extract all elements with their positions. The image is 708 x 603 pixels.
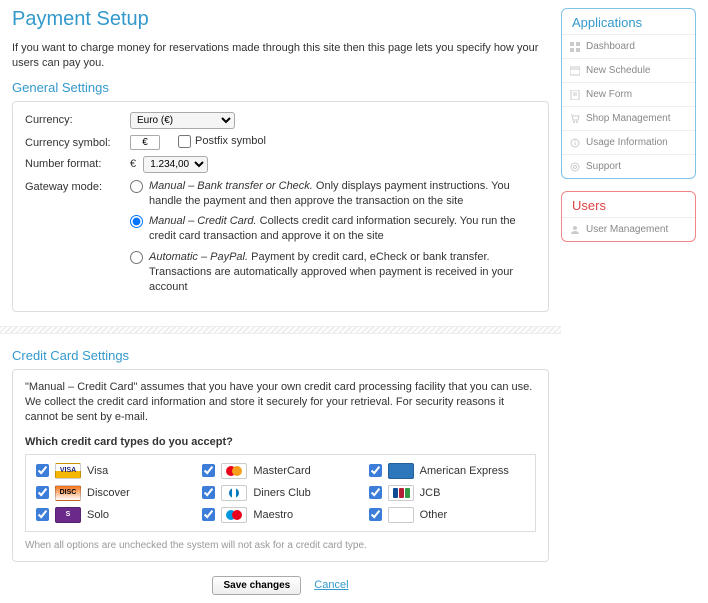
sidebar-item-label: User Management [586,224,668,235]
sidebar-item-new-schedule[interactable]: New Schedule [562,58,695,82]
currency-select[interactable]: Euro (€) [130,112,235,129]
sidebar-item-support[interactable]: Support [562,154,695,178]
cc-type-checkbox[interactable] [369,486,382,499]
gateway-mode-option[interactable]: Manual – Credit Card. Collects credit ca… [130,214,536,244]
cc-settings-panel: "Manual – Credit Card" assumes that you … [12,369,549,562]
sidebar-item-label: Usage Information [586,137,668,148]
number-format-label: Number format: [25,156,120,170]
cart-icon [570,114,580,124]
cc-type-label: JCB [420,487,441,499]
cc-note: When all options are unchecked the syste… [25,540,536,551]
sidebar-item-user-management[interactable]: User Management [562,217,695,241]
applications-box: Applications Dashboard New Schedule New Fo… [561,8,696,179]
applications-title: Applications [562,9,695,34]
cc-settings-heading: Credit Card Settings [12,348,549,363]
cc-type-label: Other [420,509,448,521]
support-icon [570,162,580,172]
cc-type-label: American Express [420,465,509,477]
solo-card-icon: S [55,507,81,523]
cc-type-label: Discover [87,487,130,499]
cc-type-maestro: Maestro [202,507,358,523]
discover-card-icon: DISC [55,485,81,501]
dashboard-icon [570,42,580,52]
cc-type-jcb: JCB [369,485,525,501]
sidebar-item-new-form[interactable]: New Form [562,82,695,106]
sidebar-item-shop-management[interactable]: Shop Management [562,106,695,130]
cc-type-checkbox[interactable] [369,464,382,477]
users-box: Users User Management [561,191,696,242]
gateway-mode-radio[interactable] [130,180,143,193]
visa-card-icon: VISA [55,463,81,479]
cc-type-label: Solo [87,509,109,521]
sidebar-item-label: Shop Management [586,113,671,124]
save-button[interactable]: Save changes [212,576,301,595]
cc-type-checkbox[interactable] [202,486,215,499]
currency-symbol-label: Currency symbol: [25,135,120,149]
jcb-card-icon [388,485,414,501]
cc-question: Which credit card types do you accept? [25,436,536,448]
cc-type-checkbox[interactable] [36,486,49,499]
postfix-symbol-checkbox[interactable] [178,135,191,148]
intro-text: If you want to charge money for reservat… [12,41,549,72]
gateway-mode-option[interactable]: Automatic – PayPal. Payment by credit ca… [130,250,536,295]
section-divider [0,326,561,334]
cc-type-discover: DISC Discover [36,485,192,501]
cc-type-label: MasterCard [253,465,310,477]
cc-type-label: Visa [87,465,108,477]
users-title: Users [562,192,695,217]
info-icon [570,138,580,148]
format-prefix: € [130,158,136,170]
cc-type-other: Other [369,507,525,523]
cc-type-visa: VISA Visa [36,463,192,479]
cc-type-checkbox[interactable] [202,464,215,477]
cc-type-checkbox[interactable] [202,508,215,521]
cancel-link[interactable]: Cancel [314,579,348,591]
sidebar-item-dashboard[interactable]: Dashboard [562,34,695,58]
cc-type-solo: S Solo [36,507,192,523]
cc-type-label: Maestro [253,509,293,521]
maestro-card-icon [221,507,247,523]
currency-label: Currency: [25,112,120,126]
mastercard-card-icon [221,463,247,479]
gateway-mode-label: Gateway mode: [25,179,120,193]
cc-type-diners: Diners Club [202,485,358,501]
cc-description: "Manual – Credit Card" assumes that you … [25,380,536,426]
sidebar-item-usage-information[interactable]: Usage Information [562,130,695,154]
number-format-select[interactable]: 1.234,00 [143,156,208,173]
page-title: Payment Setup [12,8,549,31]
general-settings-panel: Currency: Euro (€) Currency symbol: Post… [12,101,549,312]
gateway-mode-radio[interactable] [130,215,143,228]
cc-type-checkbox[interactable] [36,464,49,477]
sidebar-item-label: Support [586,161,621,172]
sidebar-item-label: New Form [586,89,632,100]
cc-type-label: Diners Club [253,487,310,499]
cc-type-mastercard: MasterCard [202,463,358,479]
diners-card-icon [221,485,247,501]
user-icon [570,225,580,235]
gateway-mode-radio[interactable] [130,251,143,264]
sidebar-item-label: Dashboard [586,41,635,52]
sidebar-item-label: New Schedule [586,65,650,76]
postfix-symbol-label: Postfix symbol [195,135,266,147]
cc-type-checkbox[interactable] [369,508,382,521]
other-card-icon [388,507,414,523]
gateway-mode-option[interactable]: Manual – Bank transfer or Check. Only di… [130,179,536,209]
cc-type-amex: American Express [369,463,525,479]
amex-card-icon [388,463,414,479]
general-settings-heading: General Settings [12,80,549,95]
cc-type-checkbox[interactable] [36,508,49,521]
calendar-icon [570,66,580,76]
form-icon [570,90,580,100]
currency-symbol-input[interactable] [130,135,160,150]
